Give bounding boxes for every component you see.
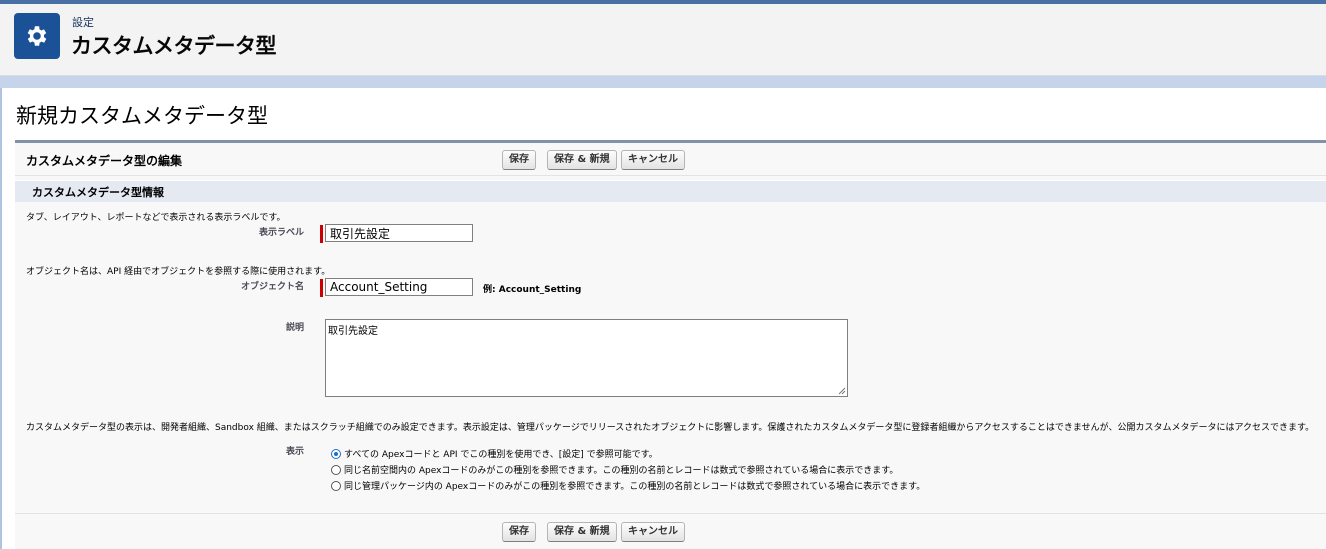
page-content: 新規カスタムメタデータ型 カスタムメタデータ型の編集 保存 保存 & 新規 キャ…	[2, 88, 1326, 549]
visibility-option-package-protected[interactable]: 同じ管理パッケージ内の Apexコードのみがこの種別を参照できます。この種別の名…	[331, 479, 925, 492]
radio-button[interactable]	[331, 464, 341, 475]
setup-header: 設定 カスタムメタデータ型	[0, 0, 1326, 76]
visibility-option-public[interactable]: すべての Apexコードと API でこの種別を使用でき、[設定] で参照可能で…	[331, 447, 658, 460]
page-block-footer-divider	[15, 513, 1326, 514]
visibility-help-text: カスタムメタデータ型の表示は、開発者組織、Sandbox 組織、またはスクラッチ…	[26, 423, 1315, 433]
edit-page-block: カスタムメタデータ型の編集 保存 保存 & 新規 キャンセル カスタムメタデータ…	[15, 140, 1326, 549]
description-label: 説明	[285, 323, 304, 333]
breadcrumb[interactable]: 設定	[72, 14, 94, 30]
radio-button[interactable]	[331, 480, 341, 491]
section-title: カスタムメタデータ型情報	[32, 186, 164, 199]
setup-header-icon	[14, 13, 60, 59]
visibility-label: 表示	[285, 447, 304, 457]
cancel-button-top[interactable]: キャンセル	[621, 150, 685, 170]
header-title: カスタムメタデータ型	[71, 34, 277, 58]
object-name-label: オブジェクト名	[240, 282, 304, 292]
visibility-option-label: すべての Apexコードと API でこの種別を使用でき、[設定] で参照可能で…	[344, 450, 658, 460]
label-field-label: 表示ラベル	[258, 228, 304, 238]
required-indicator	[320, 225, 323, 243]
required-indicator	[320, 279, 323, 297]
object-name-example: 例: Account_Setting	[483, 285, 582, 295]
section-header: カスタムメタデータ型情報	[15, 180, 1326, 202]
visibility-option-label: 同じ名前空間内の Apexコードのみがこの種別を参照できます。この種別の名前とレ…	[344, 466, 899, 476]
decorative-band	[0, 76, 1326, 88]
save-button-bottom[interactable]: 保存	[502, 522, 536, 542]
visibility-option-protected[interactable]: 同じ名前空間内の Apexコードのみがこの種別を参照できます。この種別の名前とレ…	[331, 463, 898, 476]
object-help-text: オブジェクト名は、API 経由でオブジェクトを参照する際に使用されます。	[26, 267, 331, 277]
gear-icon	[27, 26, 47, 46]
resize-handle-icon[interactable]	[838, 387, 846, 395]
save-new-button-top[interactable]: 保存 & 新規	[547, 150, 617, 170]
save-new-button-bottom[interactable]: 保存 & 新規	[547, 522, 617, 542]
page-block-title: カスタムメタデータ型の編集	[26, 154, 183, 168]
save-button-top[interactable]: 保存	[502, 150, 536, 170]
page-block-header: カスタムメタデータ型の編集 保存 保存 & 新規 キャンセル	[15, 143, 1326, 176]
visibility-option-label: 同じ管理パッケージ内の Apexコードのみがこの種別を参照できます。この種別の名…	[344, 482, 926, 492]
object-name-input[interactable]	[325, 278, 473, 296]
page-title: 新規カスタムメタデータ型	[16, 104, 268, 128]
description-textarea[interactable]: 取引先設定	[325, 319, 848, 397]
radio-button-selected[interactable]	[331, 448, 341, 459]
label-input[interactable]	[325, 224, 473, 242]
label-help-text: タブ、レイアウト、レポートなどで表示される表示ラベルです。	[26, 213, 286, 223]
cancel-button-bottom[interactable]: キャンセル	[621, 522, 685, 542]
